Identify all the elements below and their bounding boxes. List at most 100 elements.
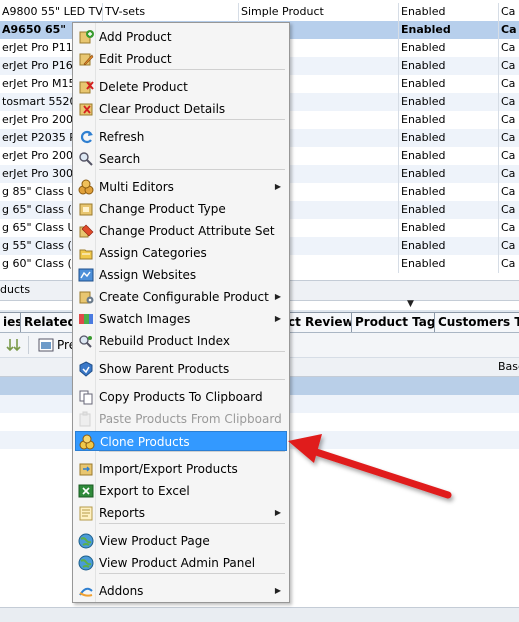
tab-label: ct Reviews xyxy=(288,315,354,329)
menu-item-assign-categories[interactable]: Assign Categories xyxy=(75,243,287,263)
search-icon xyxy=(79,152,93,166)
menu-item-delete-product[interactable]: Delete Product xyxy=(75,77,287,97)
menu-item-rebuild-product-index[interactable]: Rebuild Product Index xyxy=(75,331,287,351)
red-pointer-arrow-icon xyxy=(288,434,452,499)
menu-item-label: Clone Products xyxy=(100,435,190,449)
change-type-icon xyxy=(79,203,93,216)
menu-item-add-product[interactable]: Add Product xyxy=(75,27,287,47)
status-bar xyxy=(0,607,519,622)
menu-item-swatch-images[interactable]: Swatch Images ▶ xyxy=(75,309,287,329)
product-cell: Ca xyxy=(501,23,517,36)
menu-item-label: Rebuild Product Index xyxy=(99,334,230,348)
preview-icon[interactable] xyxy=(38,337,54,353)
submenu-arrow-icon: ▶ xyxy=(274,182,281,191)
menu-item-clone-products[interactable]: Clone Products xyxy=(75,431,287,451)
attribute-set-icon xyxy=(79,224,94,238)
menu-item-refresh[interactable]: Refresh xyxy=(75,127,287,147)
base-column-header[interactable]: Base xyxy=(498,360,519,373)
product-cell: Enabled xyxy=(399,75,499,93)
menu-item-view-product-admin-panel[interactable]: View Product Admin Panel xyxy=(75,553,287,573)
tab-related-products[interactable]: Related P xyxy=(20,312,78,332)
menu-item-label: Export to Excel xyxy=(99,484,190,498)
menu-separator xyxy=(99,379,285,380)
menu-item-label: View Product Page xyxy=(99,534,210,548)
menu-item-label: Multi Editors xyxy=(99,180,174,194)
product-cell: Enabled xyxy=(399,219,499,237)
menu-item-reports[interactable]: Reports ▶ xyxy=(75,503,287,523)
menu-item-label: Add Product xyxy=(99,30,172,44)
menu-item-label: Assign Websites xyxy=(99,268,197,282)
add-product-icon xyxy=(79,30,94,44)
multi-editors-icon xyxy=(78,179,94,195)
menu-item-label: View Product Admin Panel xyxy=(99,556,256,570)
product-cell: Ca xyxy=(501,131,516,144)
menu-item-label: Copy Products To Clipboard xyxy=(99,390,263,404)
menu-item-paste-products-from-clipboard[interactable]: Paste Products From Clipboard xyxy=(75,409,287,429)
reports-icon xyxy=(79,506,93,521)
tab-label: Product Tags xyxy=(355,315,439,329)
menu-item-label: Import/Export Products xyxy=(99,462,238,476)
menu-item-copy-products-to-clipboard[interactable]: Copy Products To Clipboard xyxy=(75,387,287,407)
menu-item-label: Clear Product Details xyxy=(99,102,226,116)
menu-item-create-configurable-product[interactable]: Create Configurable Product ▶ xyxy=(75,287,287,307)
menu-separator xyxy=(99,523,285,524)
menu-item-edit-product[interactable]: Edit Product xyxy=(75,49,287,69)
context-menu: Add Product Edit Product Delete Product Cle… xyxy=(72,22,290,603)
menu-item-import-export-products[interactable]: Import/Export Products xyxy=(75,459,287,479)
product-cell: Ca xyxy=(501,77,516,90)
menu-item-search[interactable]: Search xyxy=(75,149,287,169)
menu-separator xyxy=(99,351,285,352)
product-cell: Ca xyxy=(501,167,516,180)
product-cell: Ca xyxy=(501,203,516,216)
product-cell: Ca xyxy=(501,41,516,54)
menu-separator xyxy=(99,451,285,452)
menu-item-label: Search xyxy=(99,152,141,166)
menu-item-addons[interactable]: Addons ▶ xyxy=(75,581,287,601)
product-cell: Enabled xyxy=(399,111,499,129)
submenu-arrow-icon: ▶ xyxy=(274,586,281,595)
sort-arrows-icon[interactable] xyxy=(6,337,22,353)
product-cell: Enabled xyxy=(399,129,499,147)
menu-separator xyxy=(99,69,285,70)
tab-customers-tags[interactable]: Customers Tag xyxy=(434,312,519,332)
product-cell: Enabled xyxy=(399,147,499,165)
menu-item-change-product-type[interactable]: Change Product Type xyxy=(75,199,287,219)
products-panel-label: ducts xyxy=(0,283,31,296)
product-cell: Ca xyxy=(501,257,516,270)
tab-product-tags[interactable]: Product Tags xyxy=(351,312,439,332)
parent-products-icon xyxy=(79,361,93,377)
menu-item-label: Addons xyxy=(99,584,144,598)
menu-item-label: Change Product Attribute Set xyxy=(99,224,275,238)
tab-product-reviews[interactable]: ct Reviews xyxy=(285,312,354,332)
product-cell: Enabled xyxy=(399,237,499,255)
menu-item-show-parent-products[interactable]: Show Parent Products xyxy=(75,359,287,379)
menu-item-label: Reports xyxy=(99,506,146,520)
menu-item-multi-editors[interactable]: Multi Editors ▶ xyxy=(75,177,287,197)
product-cell: Enabled xyxy=(399,165,499,183)
paste-icon xyxy=(79,411,91,427)
excel-icon xyxy=(78,484,94,498)
submenu-arrow-icon: ▶ xyxy=(274,314,281,323)
menu-item-label: Swatch Images xyxy=(99,312,191,326)
product-cell: Enabled xyxy=(399,3,499,21)
menu-item-export-to-excel[interactable]: Export to Excel xyxy=(75,481,287,501)
menu-item-assign-websites[interactable]: Assign Websites xyxy=(75,265,287,285)
product-cell: Simple Product xyxy=(239,3,399,21)
import-export-icon xyxy=(79,463,93,476)
menu-item-change-product-attribute-set[interactable]: Change Product Attribute Set xyxy=(75,221,287,241)
splitter-handle[interactable]: ▼ xyxy=(407,299,414,309)
menu-item-clear-product-details[interactable]: Clear Product Details xyxy=(75,99,287,119)
refresh-icon xyxy=(80,130,93,144)
tab-label: Customers Tag xyxy=(438,315,519,329)
menu-item-label: Change Product Type xyxy=(99,202,226,216)
tab-label: Related P xyxy=(24,315,77,329)
addons-icon xyxy=(79,587,93,597)
edit-product-icon xyxy=(79,53,94,66)
product-cell: Ca xyxy=(501,149,516,162)
product-cell: Ca xyxy=(501,221,516,234)
menu-separator xyxy=(99,119,285,120)
menu-item-view-product-page[interactable]: View Product Page xyxy=(75,531,287,551)
toolbar-divider xyxy=(28,336,29,354)
product-cell: Ca xyxy=(501,5,516,18)
product-row[interactable]: A9800 55" LED TV TV-sets Simple Product Ena… xyxy=(0,3,519,21)
